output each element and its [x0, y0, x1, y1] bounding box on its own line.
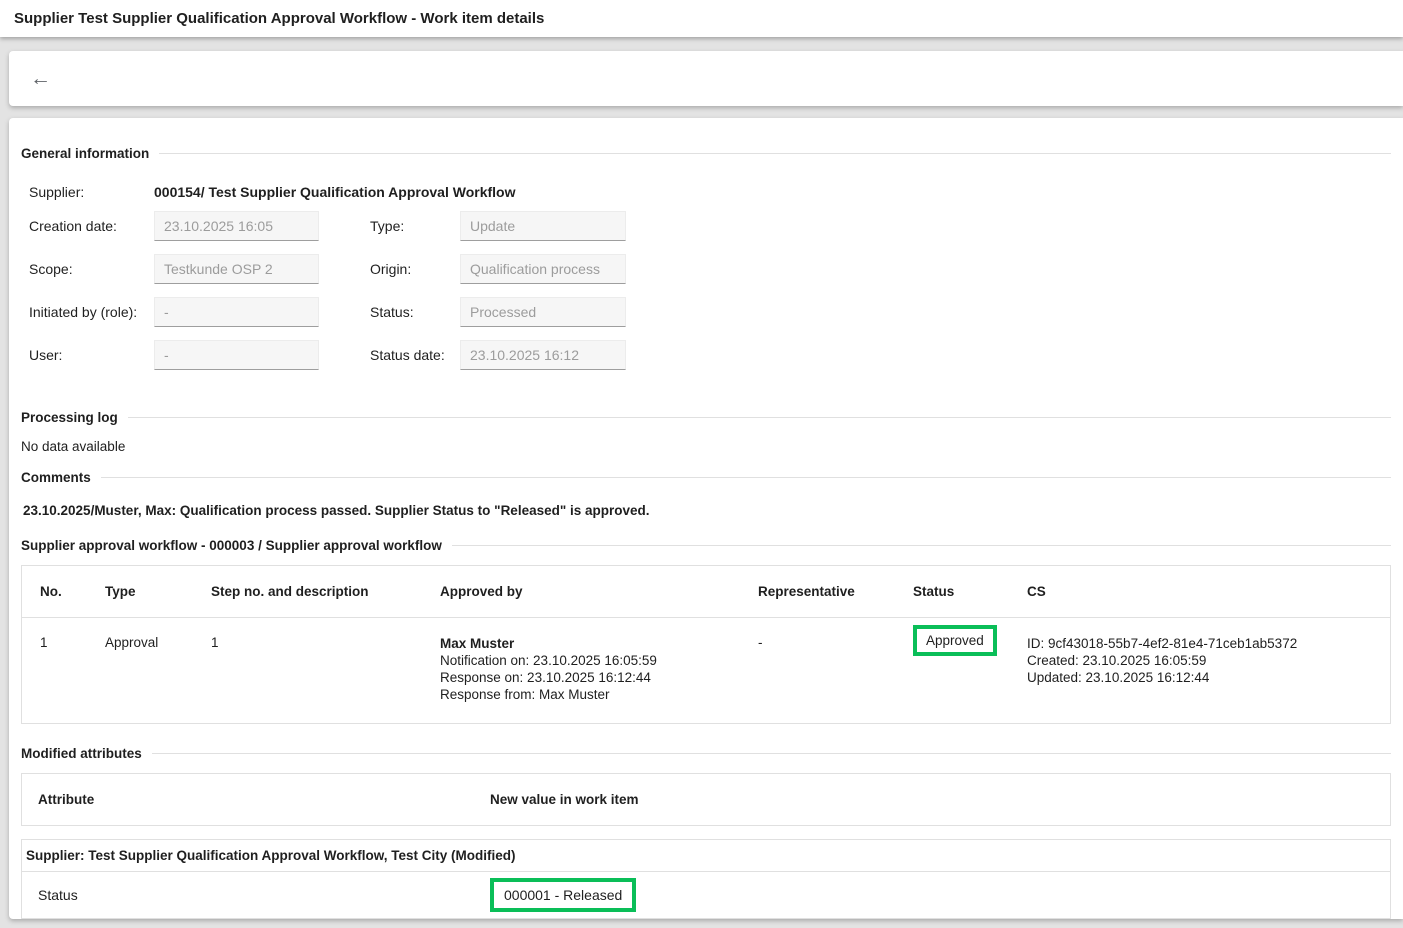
section-processing-log: Processing log	[21, 410, 1391, 425]
response-on-line: Response on: 23.10.2025 16:12:44	[440, 669, 758, 686]
modified-attributes-table-header: Attribute New value in work item	[21, 773, 1391, 826]
cell-new-value: 000001 - Released	[490, 878, 1390, 912]
supplier-row: Supplier: 000154/ Test Supplier Qualific…	[29, 183, 1391, 201]
cell-representative: -	[758, 635, 913, 650]
approver-name: Max Muster	[440, 635, 758, 652]
supplier-label: Supplier:	[29, 184, 154, 200]
processing-log-empty-text: No data available	[21, 439, 1391, 454]
section-divider-line	[128, 417, 1391, 418]
page-title: Supplier Test Supplier Qualification App…	[14, 10, 544, 27]
col-status: Status	[913, 584, 1027, 599]
section-title: Modified attributes	[21, 746, 142, 761]
user-field: -	[154, 340, 319, 370]
status-date-field: 23.10.2025 16:12	[460, 340, 626, 370]
cell-type: Approval	[105, 635, 211, 650]
cell-attribute: Status	[38, 887, 490, 903]
cell-cs: ID: 9cf43018-55b7-4ef2-81e4-71ceb1ab5372…	[1027, 635, 1390, 686]
response-from-line: Response from: Max Muster	[440, 686, 758, 703]
notification-on-line: Notification on: 23.10.2025 16:05:59	[440, 652, 758, 669]
approval-workflow-table: No. Type Step no. and description Approv…	[21, 565, 1391, 724]
work-item-details-panel: General information Supplier: 000154/ Te…	[9, 118, 1403, 919]
status-field: Processed	[460, 297, 626, 327]
initiated-by-role-label: Initiated by (role):	[29, 304, 154, 320]
section-divider-line	[452, 545, 1391, 546]
creation-date-label: Creation date:	[29, 218, 154, 234]
modified-attributes-group: Supplier: Test Supplier Qualification Ap…	[21, 839, 1391, 919]
section-title: Supplier approval workflow - 000003 / Su…	[21, 538, 442, 553]
cs-created-line: Created: 23.10.2025 16:05:59	[1027, 652, 1390, 669]
section-approval-workflow: Supplier approval workflow - 000003 / Su…	[21, 538, 1391, 553]
type-label: Type:	[370, 218, 460, 234]
col-approved-by: Approved by	[440, 584, 758, 599]
status-date-label: Status date:	[370, 347, 460, 363]
cs-id-line: ID: 9cf43018-55b7-4ef2-81e4-71ceb1ab5372	[1027, 635, 1390, 652]
col-new-value: New value in work item	[490, 792, 1390, 807]
initiated-by-role-field: -	[154, 297, 319, 327]
general-information-form: Creation date: 23.10.2025 16:05 Type: Up…	[21, 211, 1391, 370]
section-divider-line	[159, 153, 1391, 154]
back-arrow-icon: ←	[30, 67, 51, 90]
section-general-information: General information	[21, 146, 1391, 161]
cell-step: 1	[211, 635, 440, 650]
status-label: Status:	[370, 304, 460, 320]
section-modified-attributes: Modified attributes	[21, 746, 1391, 761]
comment-entry: 23.10.2025/Muster, Max: Qualification pr…	[23, 503, 1391, 518]
cell-status: Approved	[913, 635, 1027, 666]
approval-workflow-table-header: No. Type Step no. and description Approv…	[22, 566, 1390, 618]
col-no: No.	[40, 584, 105, 599]
group-title: Supplier: Test Supplier Qualification Ap…	[22, 840, 1390, 872]
section-title: Comments	[21, 470, 91, 485]
origin-field: Qualification process	[460, 254, 626, 284]
toolbar-card: ←	[9, 51, 1403, 106]
creation-date-field: 23.10.2025 16:05	[154, 211, 319, 241]
cell-approved-by: Max Muster Notification on: 23.10.2025 1…	[440, 635, 758, 703]
cs-updated-line: Updated: 23.10.2025 16:12:44	[1027, 669, 1390, 686]
col-representative: Representative	[758, 584, 913, 599]
col-step: Step no. and description	[211, 584, 440, 599]
col-cs: CS	[1027, 584, 1390, 599]
section-title: Processing log	[21, 410, 118, 425]
section-divider-line	[101, 477, 1391, 478]
scope-field: Testkunde OSP 2	[154, 254, 319, 284]
cell-no: 1	[40, 635, 105, 650]
origin-label: Origin:	[370, 261, 460, 277]
col-type: Type	[105, 584, 211, 599]
section-title: General information	[21, 146, 149, 161]
section-divider-line	[152, 753, 1391, 754]
back-button[interactable]: ←	[30, 68, 51, 89]
supplier-value: 000154/ Test Supplier Qualification Appr…	[154, 184, 516, 200]
scope-label: Scope:	[29, 261, 154, 277]
section-comments: Comments	[21, 470, 1391, 485]
user-label: User:	[29, 347, 154, 363]
window-title-bar: Supplier Test Supplier Qualification App…	[0, 0, 1403, 37]
type-field: Update	[460, 211, 626, 241]
table-row: 1 Approval 1 Max Muster Notification on:…	[22, 618, 1390, 723]
new-value-highlight-box: 000001 - Released	[490, 878, 636, 912]
col-attribute: Attribute	[38, 792, 490, 807]
table-row: Status 000001 - Released	[22, 872, 1390, 918]
status-highlight-box: Approved	[913, 625, 997, 656]
